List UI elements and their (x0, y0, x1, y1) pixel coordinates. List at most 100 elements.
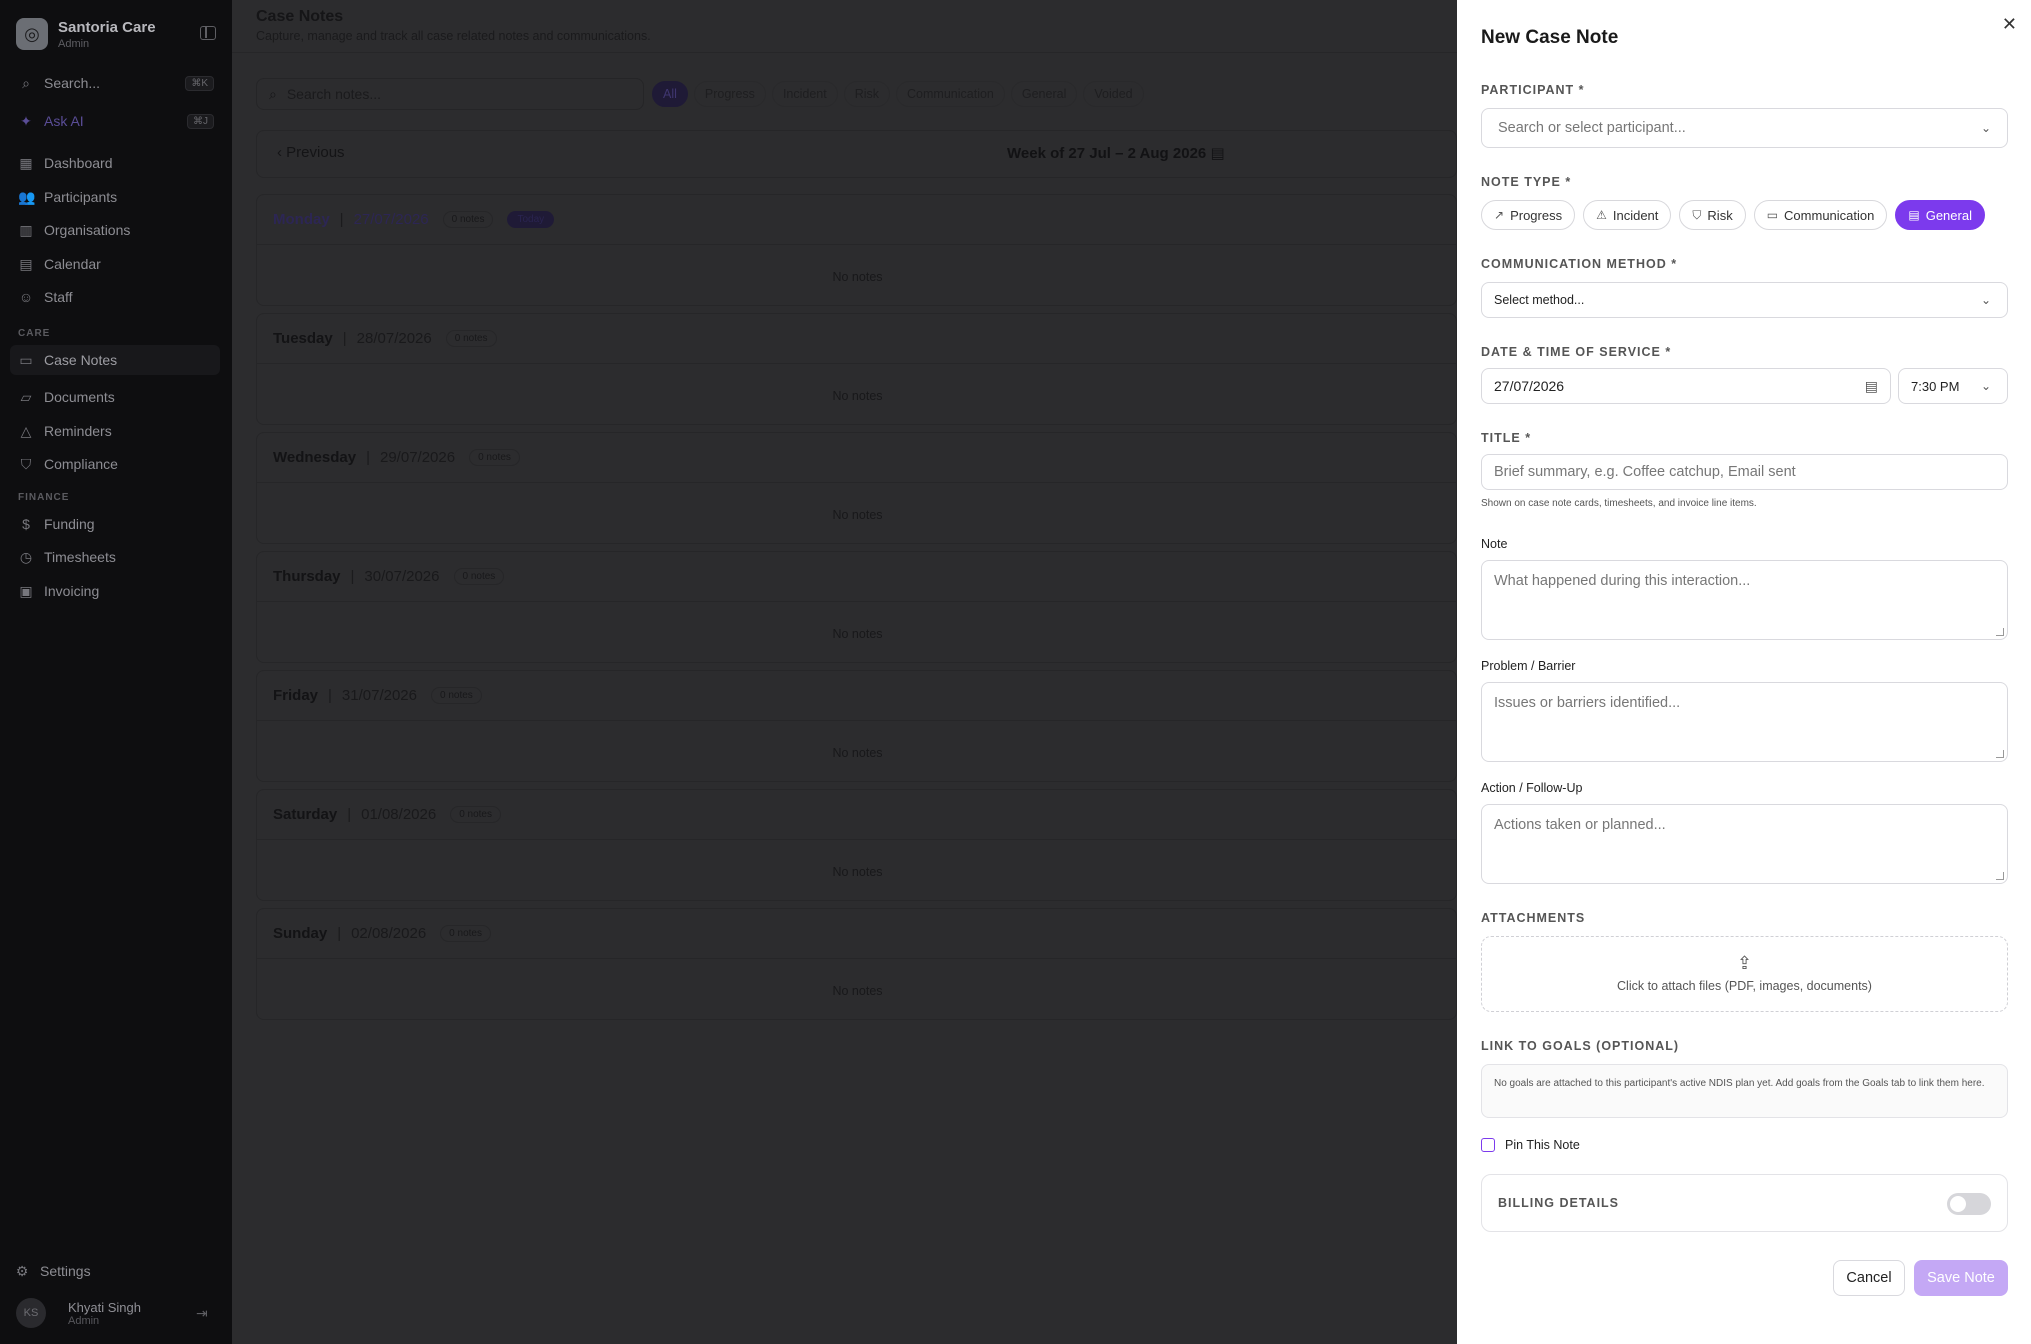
sidebar-item-compliance[interactable]: ⛉ Compliance (18, 452, 214, 476)
action-textarea[interactable]: Actions taken or planned... (1481, 804, 2008, 884)
action-placeholder: Actions taken or planned... (1494, 817, 1666, 833)
sidebar-item-dashboard[interactable]: ▦ Dashboard (18, 151, 214, 175)
shield-icon: ⛉ (1692, 207, 1702, 222)
sidebar-item-invoicing[interactable]: ▣ Invoicing (18, 579, 214, 603)
ask-ai-label: Ask AI (44, 113, 84, 129)
note-type-group: ↗ Progress ⚠ Incident ⛉ Risk ▭ Communica… (1481, 200, 1985, 230)
week-navigator: ‹ Previous Week of 27 Jul – 2 Aug 2026 ▤ (256, 130, 1457, 178)
participant-select[interactable]: Search or select participant... ⌄ (1481, 108, 2008, 148)
sidebar-item-label: Staff (44, 289, 73, 305)
sidebar-item-label: Case Notes (44, 352, 118, 368)
user-profile[interactable]: KS Khyati Singh Admin (16, 1298, 141, 1328)
note-type-progress[interactable]: ↗ Progress (1481, 200, 1576, 230)
day-date: 01/08/2026 (361, 806, 437, 823)
sidebar-item-settings[interactable]: ⚙ Settings (14, 1259, 210, 1283)
filter-all[interactable]: All (652, 81, 688, 107)
filter-risk[interactable]: Risk (843, 81, 891, 107)
day-block-tuesday: Tuesday | 28/07/2026 0 notes No notes (256, 313, 1457, 425)
note-type-incident[interactable]: ⚠ Incident (1583, 200, 1672, 230)
filter-progress[interactable]: Progress (693, 81, 766, 107)
save-note-button[interactable]: Save Note (1914, 1260, 2008, 1296)
problem-textarea[interactable]: Issues or barriers identified... (1481, 682, 2008, 762)
close-icon[interactable]: ✕ (2002, 14, 2017, 35)
brand-role: Admin (58, 37, 90, 50)
day-note-count: 0 notes (445, 330, 497, 347)
cancel-button[interactable]: Cancel (1833, 1260, 1905, 1296)
day-date: 29/07/2026 (380, 449, 456, 466)
staff-icon: ☺ (18, 289, 34, 305)
sidebar-item-label: Participants (44, 189, 118, 205)
previous-label: Previous (286, 144, 345, 161)
filter-voided[interactable]: Voided (1083, 81, 1144, 107)
gear-icon: ⚙ (15, 1262, 29, 1279)
time-select[interactable]: 7:30 PM ⌄ (1898, 368, 2008, 404)
day-block-friday: Friday | 31/07/2026 0 notes No notes (256, 670, 1457, 782)
note-type-risk[interactable]: ⛉ Risk (1679, 200, 1746, 230)
participant-placeholder: Search or select participant... (1498, 120, 1686, 136)
sidebar-item-case-notes[interactable]: ▭ Case Notes (10, 345, 220, 375)
day-name: Tuesday (273, 330, 333, 347)
day-note-count: 0 notes (469, 449, 520, 466)
filter-communication[interactable]: Communication (896, 81, 1005, 107)
attach-text: Click to attach files (PDF, images, docu… (1617, 979, 1872, 993)
no-notes-text: No notes (832, 508, 883, 522)
bell-icon: △ (20, 422, 32, 439)
notes-icon: ▭ (19, 351, 33, 368)
action-label: Action / Follow-Up (1481, 781, 1583, 795)
sidebar-item-funding[interactable]: $ Funding (18, 512, 214, 536)
note-type-communication[interactable]: ▭ Communication (1753, 200, 1888, 230)
chevron-left-icon: ‹ (277, 144, 282, 161)
sidebar-item-staff[interactable]: ☺ Staff (18, 285, 214, 309)
search-notes-input[interactable]: ⌕ Search notes... (256, 78, 644, 110)
avatar: KS (16, 1298, 46, 1328)
filter-incident[interactable]: Incident (771, 81, 838, 107)
resize-handle-icon[interactable] (1996, 628, 2004, 636)
users-icon: 👥 (18, 188, 36, 205)
previous-week-button[interactable]: ‹ Previous (277, 144, 345, 161)
sidebar-item-timesheets[interactable]: ◷ Timesheets (18, 545, 214, 569)
logout-icon[interactable]: ⇥ (196, 1305, 208, 1322)
section-label-finance: FINANCE (18, 492, 70, 503)
calendar-icon[interactable]: ▤ (1865, 378, 1878, 395)
page-subtitle: Capture, manage and track all case relat… (256, 29, 651, 43)
search-icon: ⌕ (269, 85, 277, 102)
problem-placeholder: Issues or barriers identified... (1494, 695, 1681, 711)
date-value: 27/07/2026 (1494, 378, 1565, 394)
sidebar-toggle-icon[interactable] (200, 26, 216, 40)
sidebar-item-participants[interactable]: 👥 Participants (18, 185, 214, 209)
attachment-dropzone[interactable]: ⇪ Click to attach files (PDF, images, do… (1481, 936, 2008, 1012)
no-notes-text: No notes (832, 627, 883, 641)
goals-empty-message: No goals are attached to this participan… (1481, 1064, 2008, 1118)
title-input[interactable]: Brief summary, e.g. Coffee catchup, Emai… (1481, 454, 2008, 490)
ask-ai-button[interactable]: ✦ Ask AI ⌘J (18, 109, 214, 133)
sidebar-item-organisations[interactable]: ▥ Organisations (18, 218, 214, 242)
search-shortcut: ⌘K (185, 75, 214, 91)
sidebar-item-documents[interactable]: ▱ Documents (18, 385, 214, 409)
calendar-icon: ▤ (1210, 145, 1225, 162)
no-notes-text: No notes (832, 389, 883, 403)
sidebar-item-reminders[interactable]: △ Reminders (18, 419, 214, 443)
chevron-down-icon: ⌄ (1980, 121, 1991, 135)
week-label[interactable]: Week of 27 Jul – 2 Aug 2026 ▤ (1007, 144, 1225, 162)
brand-name: Santoria Care (58, 18, 156, 36)
sidebar-search[interactable]: ⌕ Search... ⌘K (18, 71, 214, 95)
day-name: Wednesday (273, 449, 357, 466)
chevron-down-icon: ⌄ (1980, 293, 1991, 307)
pin-note-row[interactable]: Pin This Note (1481, 1138, 1580, 1152)
day-separator: | (342, 330, 347, 347)
comm-method-select[interactable]: Select method... ⌄ (1481, 282, 2008, 318)
note-textarea[interactable]: What happened during this interaction... (1481, 560, 2008, 640)
brand[interactable]: ◎ Santoria Care Admin (16, 18, 156, 50)
billing-toggle[interactable] (1947, 1193, 1991, 1215)
sidebar-item-label: Compliance (44, 456, 118, 472)
resize-handle-icon[interactable] (1996, 872, 2004, 880)
day-date: 30/07/2026 (364, 568, 440, 585)
date-input[interactable]: 27/07/2026 ▤ (1481, 368, 1891, 404)
note-type-label-text: General (1925, 207, 1972, 223)
filter-general[interactable]: General (1010, 81, 1078, 107)
pin-note-checkbox[interactable] (1481, 1138, 1495, 1152)
resize-handle-icon[interactable] (1996, 750, 2004, 758)
note-type-general[interactable]: ▤ General (1895, 200, 1985, 230)
sidebar-item-calendar[interactable]: ▤ Calendar (18, 252, 214, 276)
day-date: 02/08/2026 (351, 925, 427, 942)
